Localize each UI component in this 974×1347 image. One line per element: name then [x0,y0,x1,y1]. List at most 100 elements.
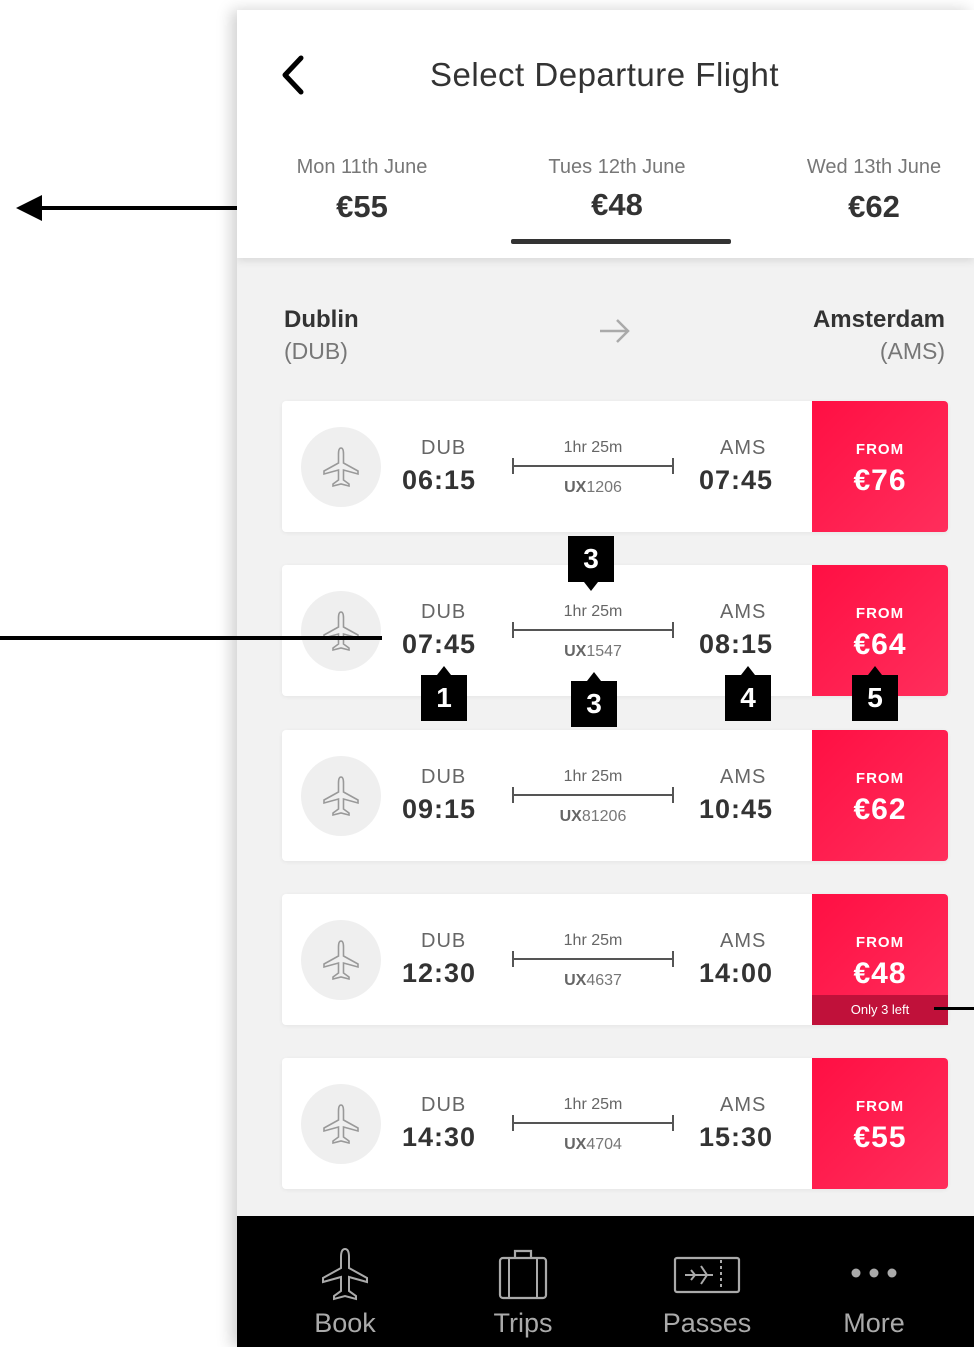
arrival-time: 14:00 [699,958,774,988]
dest-code: AMS [720,766,767,788]
flight-number: UX1547 [512,643,674,661]
badge-pointer [741,666,755,675]
date-price: €48 [591,187,643,222]
page-title: Select Departure Flight [430,56,779,93]
plane-icon-circle [301,1084,381,1164]
date-price: €62 [848,189,900,224]
nav-more[interactable]: More [799,1216,949,1339]
price-amount: €55 [853,1121,907,1154]
arrow-right-icon [600,319,630,343]
flight-card[interactable]: DUB 06:15 1hr 25m UX1206 AMS 07:45 FROM €76 [282,401,948,532]
suitcase-icon [498,1249,548,1300]
price-box[interactable]: FROM €62 [812,730,948,861]
carrier-code: UX [564,643,587,660]
date-label: Mon 11th June [296,156,428,178]
header: Select Departure Flight Mon 11th June €5… [237,10,974,258]
nav-label: Book [314,1308,376,1338]
nav-passes[interactable]: Passes [632,1216,782,1339]
flight-digits: 1206 [586,479,622,496]
plane-icon-circle [301,427,381,507]
annotation-badge: 3 [568,536,614,582]
route-line [512,1115,674,1131]
origin-city: Dublin [284,306,359,333]
departure-time: 06:15 [402,465,477,495]
price-amount: €64 [853,628,907,661]
route-line [512,787,674,803]
dest-code: (AMS) [879,338,945,364]
arrival-time: 10:45 [699,794,774,824]
route-destination: Amsterdam (AMS) [813,306,945,365]
flight-card[interactable]: DUB 14:30 1hr 25m UX4704 AMS 15:30 FROM €55 [282,1058,948,1189]
phone-screen: Select Departure Flight Mon 11th June €5… [237,10,974,1347]
flight-duration: 1hr 25m [563,932,623,949]
nav-label: More [843,1308,905,1338]
departure-time: 12:30 [402,958,477,988]
price-box[interactable]: FROM €76 [812,401,948,532]
price-amount: €76 [853,464,907,497]
badge-pointer [437,666,451,675]
availability-badge: Only 3 left [812,995,948,1025]
price-from-label: FROM [855,605,905,622]
carrier-code: UX [564,972,587,989]
route-summary: Dublin (DUB) Amsterdam (AMS) [237,306,974,376]
carrier-code: UX [559,808,582,825]
plane-icon [323,611,359,652]
date-tab-wed[interactable]: Wed 13th June €62 [794,156,954,225]
flight-card[interactable]: DUB 09:15 1hr 25m UX81206 AMS 10:45 FROM €62 [282,730,948,861]
annotation-line-availability [934,1007,974,1010]
flight-duration: 1hr 25m [563,603,623,620]
nav-label: Trips [493,1308,553,1338]
flight-number: UX4704 [512,1136,674,1154]
arrival-time: 07:45 [699,465,774,495]
origin-code: (DUB) [284,338,348,364]
dest-code: AMS [720,1094,767,1116]
price-box[interactable]: FROM €55 [812,1058,948,1189]
plane-icon [323,776,359,817]
flight-card[interactable]: DUB 12:30 1hr 25m UX4637 AMS 14:00 FROM €48 Only… [282,894,948,1025]
badge-pointer [587,672,601,681]
date-tab-tues[interactable]: Tues 12th June €48 [532,156,702,223]
flight-duration: 1hr 25m [563,439,623,456]
annotation-badge: 5 [852,675,898,721]
arrival-time: 15:30 [699,1122,774,1152]
dest-city: Amsterdam [812,306,945,333]
origin-code: DUB [421,1094,467,1116]
badge-pointer [584,582,598,591]
carrier-code: UX [564,479,587,496]
origin-code: DUB [421,766,467,788]
nav-book[interactable]: Book [270,1216,420,1339]
price-box[interactable]: FROM €48 Only 3 left [812,894,948,1025]
annotation-badge: 4 [725,675,771,721]
date-tab-mon[interactable]: Mon 11th June €55 [282,156,442,225]
flight-digits: 4637 [586,972,622,989]
route-line [512,622,674,638]
price-amount: €62 [853,793,907,826]
annotation-badge: 1 [421,675,467,721]
flight-digits: 1547 [586,643,622,660]
bottom-nav: Book Trips Passes More [237,1216,974,1347]
price-from-label: FROM [855,770,905,787]
flight-digits: 81206 [581,808,627,825]
plane-icon [323,1104,359,1145]
route-origin: Dublin (DUB) [284,306,359,365]
plane-icon-circle [301,920,381,1000]
route-line [512,458,674,474]
nav-trips[interactable]: Trips [448,1216,598,1339]
selected-tab-indicator [511,239,731,244]
flight-number: UX81206 [512,808,674,826]
date-label: Wed 13th June [806,156,942,178]
origin-code: DUB [421,437,467,459]
price-amount: €48 [853,957,907,990]
annotation-line-flight-row [0,636,382,640]
plane-icon [323,447,359,488]
plane-icon-circle [301,756,381,836]
flight-duration: 1hr 25m [563,768,623,785]
plane-icon [323,940,359,981]
nav-label: Passes [662,1308,752,1338]
boarding-pass-icon [673,1256,741,1294]
plane-icon [322,1247,368,1301]
flight-number: UX1206 [512,479,674,497]
origin-code: DUB [421,930,467,952]
price-from-label: FROM [855,934,905,951]
flight-card[interactable]: DUB 07:45 1hr 25m UX1547 AMS 08:15 FROM €64 [282,565,948,696]
